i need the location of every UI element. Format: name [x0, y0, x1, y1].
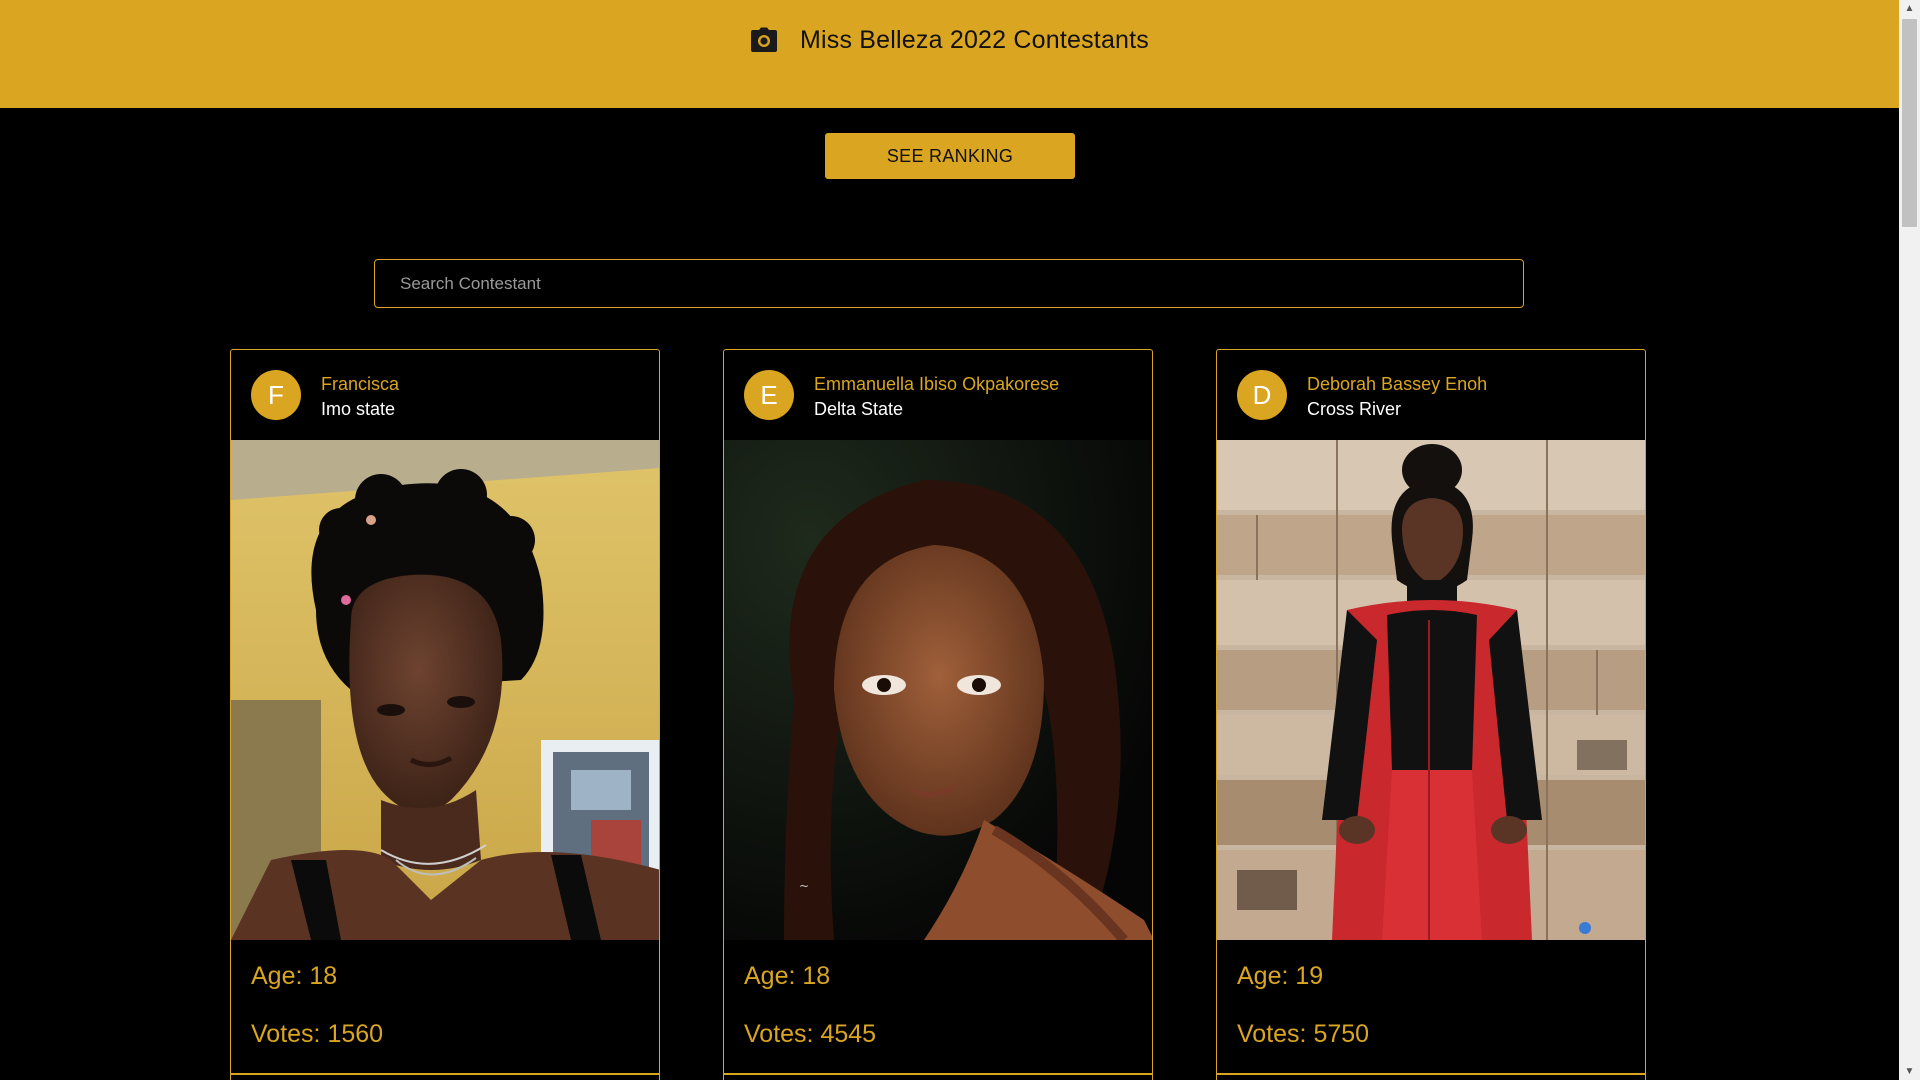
contestant-state: Imo state [321, 399, 396, 419]
avatar: E [744, 370, 794, 420]
contestant-photo[interactable] [1217, 440, 1645, 940]
vertical-scrollbar[interactable]: ▲ ▼ [1899, 0, 1920, 1080]
contestant-card[interactable]: F Francisca Imo state Age: 18 Votes: 156… [230, 349, 660, 1080]
scroll-up-arrow-icon[interactable]: ▲ [1899, 0, 1920, 17]
contestant-name: Emmanuella Ibiso Okpakorese [814, 374, 1060, 394]
page: Miss Belleza 2022 Contestants SEE RANKIN… [0, 0, 1920, 1080]
contestant-age: Age: 18 [744, 962, 831, 990]
contestant-age: Age: 18 [251, 962, 338, 990]
card-divider [1217, 1073, 1645, 1075]
contestant-votes: Votes: 4545 [744, 1020, 877, 1048]
avatar: D [1237, 370, 1287, 420]
avatar: F [251, 370, 301, 420]
contestant-votes: Votes: 1560 [251, 1020, 384, 1048]
card-header: E Emmanuella Ibiso Okpakorese Delta Stat… [724, 350, 1152, 440]
contestant-state: Cross River [1307, 399, 1402, 419]
contestant-name: Deborah Bassey Enoh [1307, 374, 1488, 394]
scrollbar-thumb[interactable] [1902, 19, 1917, 227]
header-title-group: Miss Belleza 2022 Contestants [0, 22, 1899, 58]
card-divider [231, 1073, 659, 1075]
contestant-name: Francisca [321, 374, 400, 394]
contestant-card[interactable]: E Emmanuella Ibiso Okpakorese Delta Stat… [723, 349, 1153, 1080]
card-header: D Deborah Bassey Enoh Cross River [1217, 350, 1645, 440]
app-header: Miss Belleza 2022 Contestants [0, 0, 1899, 108]
svg-text:~: ~ [799, 879, 809, 893]
contestant-photo[interactable]: ~ [724, 440, 1152, 940]
see-ranking-button[interactable]: SEE RANKING [825, 133, 1075, 179]
page-title: Miss Belleza 2022 Contestants [799, 25, 1150, 54]
scroll-down-arrow-icon[interactable]: ▼ [1899, 1063, 1920, 1080]
contestant-age: Age: 19 [1237, 962, 1324, 990]
card-divider [724, 1073, 1152, 1075]
search-contestant-input[interactable] [374, 259, 1524, 308]
contestant-state: Delta State [814, 399, 904, 419]
contestant-card[interactable]: D Deborah Bassey Enoh Cross River Age: 1… [1216, 349, 1646, 1080]
contestant-photo[interactable] [231, 440, 659, 940]
card-header: F Francisca Imo state [231, 350, 659, 440]
contestant-votes: Votes: 5750 [1237, 1020, 1370, 1048]
camera-icon [750, 27, 777, 52]
